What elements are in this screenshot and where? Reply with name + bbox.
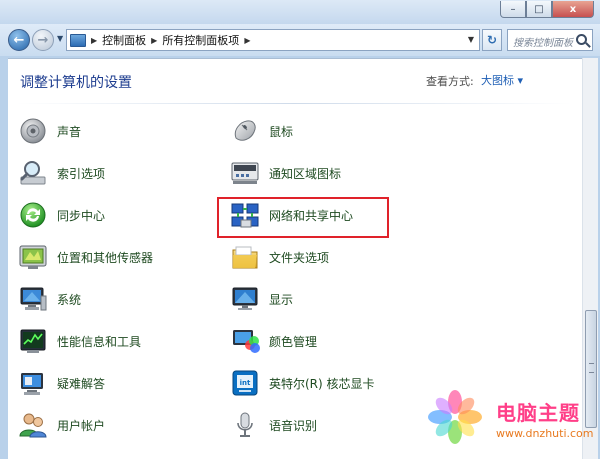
search-box[interactable]: 搜索控制面板 [507,29,593,51]
user-accounts-icon [19,413,47,438]
item-label: 通知区域图标 [269,166,342,181]
item-user-accounts[interactable]: 用户帐户 [18,408,105,442]
item-location-sensors[interactable]: 位置和其他传感器 [18,240,153,274]
item-label: 语音识别 [269,418,318,433]
item-label: 颜色管理 [269,334,318,349]
intel-graphics-icon: int [232,370,258,396]
indexing-icon [20,161,46,185]
item-label: 声音 [57,124,82,139]
back-button[interactable]: ← [8,29,30,51]
window-controls: – □ x [500,1,594,18]
flower-logo-icon [428,390,482,444]
notification-area-icon [231,162,259,184]
refresh-button[interactable]: ↻ [482,29,502,51]
recent-pages-dropdown[interactable]: ▼ [57,34,63,43]
view-mode-dropdown[interactable]: 大图标 ▾ [481,72,523,88]
sync-icon [20,202,46,228]
item-indexing-options[interactable]: 索引选项 [18,156,105,190]
item-label: 用户帐户 [57,418,106,433]
item-label: 显示 [269,292,294,307]
performance-icon [20,329,46,353]
item-label: 文件夹选项 [269,250,330,265]
item-color-management[interactable]: 颜色管理 [230,324,317,358]
chevron-right-icon[interactable]: ▶ [244,36,250,45]
item-performance-info-tools[interactable]: 性能信息和工具 [18,324,141,358]
watermark: 电脑主题 www.dnzhuti.com [420,384,600,459]
svg-text:int: int [240,379,251,387]
item-label: 位置和其他传感器 [57,250,154,265]
content-header: 调整计算机的设置 查看方式: 大图标 ▾ [8,59,582,103]
item-display[interactable]: 显示 [230,282,293,316]
watermark-url: www.dnzhuti.com [496,427,594,440]
item-intel-graphics[interactable]: int 英特尔(R) 核芯显卡 [230,366,375,400]
chevron-right-icon[interactable]: ▶ [91,36,97,45]
item-system[interactable]: 系统 [18,282,81,316]
breadcrumb-control-panel[interactable]: 控制面板 [102,32,146,48]
item-notification-area-icons[interactable]: 通知区域图标 [230,156,341,190]
highlight-box [217,197,389,238]
item-troubleshooting[interactable]: 疑难解答 [18,366,105,400]
item-label: 英特尔(R) 核芯显卡 [269,376,375,391]
color-management-icon [233,330,260,353]
item-sound[interactable]: 声音 [18,114,81,148]
search-icon[interactable] [576,34,587,45]
item-label: 系统 [57,292,82,307]
item-folder-options[interactable]: 文件夹选项 [230,240,329,274]
close-button[interactable]: x [552,1,594,18]
troubleshooting-icon [21,373,43,395]
display-icon [232,287,258,310]
search-input[interactable]: 搜索控制面板 [513,34,573,49]
forward-button[interactable]: → [32,29,54,51]
chevron-right-icon[interactable]: ▶ [151,36,157,45]
item-speech-recognition[interactable]: 语音识别 [230,408,317,442]
address-dropdown-icon[interactable]: ▼ [468,35,474,44]
maximize-button[interactable]: □ [526,1,552,18]
item-label: 性能信息和工具 [57,334,142,349]
view-mode-label: 查看方式: [426,75,474,88]
breadcrumb-all-items[interactable]: 所有控制面板项 [162,32,239,48]
speaker-icon [20,118,46,144]
microphone-icon [237,412,253,437]
item-sync-center[interactable]: 同步中心 [18,198,105,232]
navigation-bar: ← → ▼ ▶ 控制面板 ▶ 所有控制面板项 ▶ ▼ ↻ 搜索控制面板 [0,24,600,56]
item-label: 索引选项 [57,166,106,181]
title-bar: – □ x [0,0,600,24]
item-label: 鼠标 [269,124,294,139]
control-panel-icon [70,33,86,47]
page-title: 调整计算机的设置 [20,75,132,91]
minimize-button[interactable]: – [500,1,526,18]
scrollbar-grip [589,363,594,373]
system-icon [20,287,47,311]
item-label: 同步中心 [57,208,106,223]
header-divider [16,103,572,104]
folder-icon [232,246,258,269]
mouse-icon [234,120,256,141]
item-mouse[interactable]: 鼠标 [230,114,293,148]
address-bar[interactable]: ▶ 控制面板 ▶ 所有控制面板项 ▶ ▼ [66,29,480,51]
watermark-title: 电脑主题 [496,401,580,425]
arrow-right-icon: → [37,32,49,48]
item-label: 疑难解答 [57,376,106,391]
arrow-left-icon: ← [13,32,25,48]
location-sensor-icon [19,245,47,269]
